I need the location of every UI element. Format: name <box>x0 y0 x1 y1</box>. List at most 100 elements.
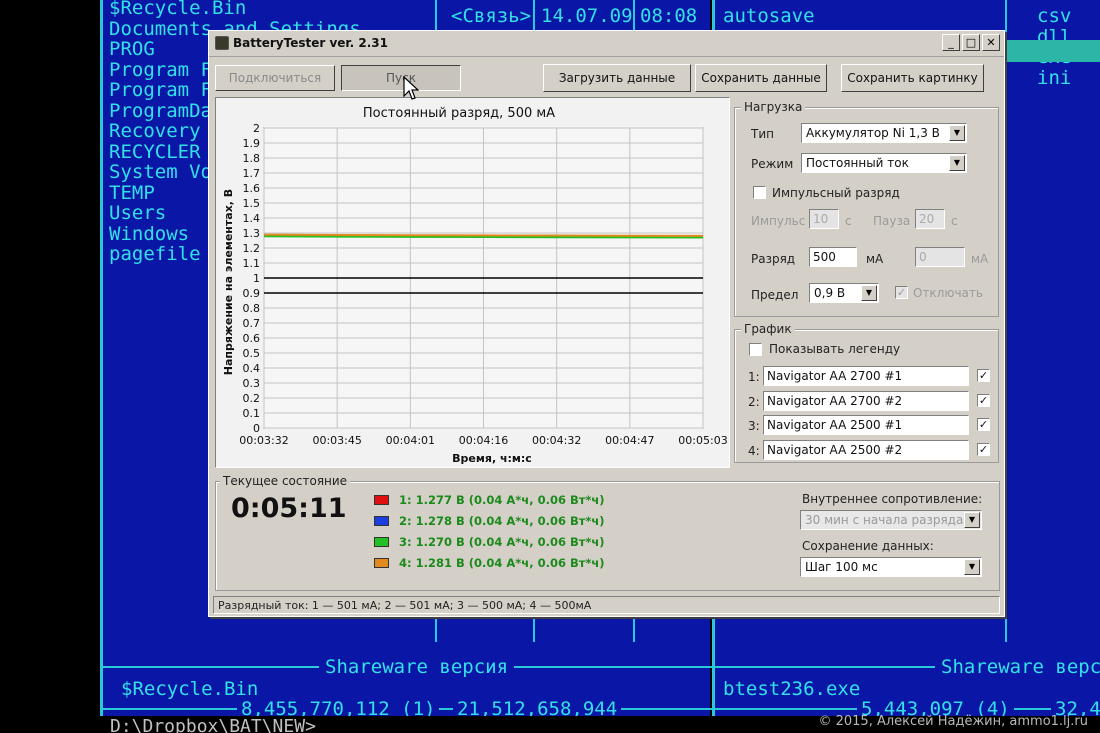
pulse-checkbox[interactable] <box>753 186 766 199</box>
y-tick-label: 1.5 <box>243 197 261 210</box>
left-current-file: $Recycle.Bin <box>121 678 259 700</box>
left-footer-title: Shareware версия <box>319 656 515 678</box>
internal-resistance-label: Внутреннее сопротивление: <box>802 492 983 506</box>
right-current-file: btest236.exe <box>723 678 861 700</box>
chart-ylabel: Напряжение на элементах, В <box>222 189 235 375</box>
y-tick-label: 1.1 <box>243 257 261 270</box>
type-select[interactable]: Аккумулятор Ni 1,3 В ▼ <box>801 123 967 143</box>
mode-select[interactable]: Постоянный ток ▼ <box>801 153 967 173</box>
right-entry: autosave <box>723 5 815 27</box>
reading-row: 2: 1.278 В (0.04 А*ч, 0.06 Вт*ч) <box>374 514 605 528</box>
graph-group: График Показывать легенду 1: Navigator AA… <box>734 322 999 463</box>
series-name-input[interactable]: Navigator AA 2500 #1 <box>763 415 969 435</box>
start-button[interactable]: Пуск <box>341 65 461 91</box>
x-tick-label: 00:04:32 <box>532 434 581 447</box>
title-bar[interactable]: BatteryTester ver. 2.31 _ □ ✕ <box>209 31 1004 57</box>
elapsed-time: 0:05:11 <box>231 493 347 524</box>
close-button[interactable]: ✕ <box>982 34 1000 51</box>
window-title: BatteryTester ver. 2.31 <box>233 36 388 50</box>
y-tick-label: 1 <box>253 272 260 285</box>
discharge-input[interactable]: 500 <box>809 247 857 267</box>
y-tick-label: 1.3 <box>243 227 261 240</box>
y-tick-label: 0.9 <box>243 287 261 300</box>
save-image-button[interactable]: Сохранить картинку <box>841 64 984 92</box>
chart-title: Постоянный разряд, 500 мА <box>363 106 555 121</box>
discharge2-unit: мА <box>971 252 989 266</box>
graph-group-label: График <box>741 322 795 336</box>
y-tick-label: 0.8 <box>243 302 261 315</box>
x-tick-label: 00:03:45 <box>312 434 361 447</box>
battery-tester-window: BatteryTester ver. 2.31 _ □ ✕ Подключить… <box>208 30 1005 617</box>
x-tick-label: 00:05:03 <box>678 434 727 447</box>
series-name-input[interactable]: Navigator AA 2500 #2 <box>763 439 969 460</box>
data-saving-label: Сохранение данных: <box>802 539 934 553</box>
cutoff-label: Отключать <box>913 286 983 300</box>
cutoff-checkbox[interactable]: ✓ <box>895 286 908 299</box>
pause-unit: с <box>951 214 958 228</box>
left-time: 08:08 <box>640 5 698 27</box>
x-tick-label: 00:04:16 <box>459 434 508 447</box>
data-saving-select[interactable]: Шаг 100 мс ▼ <box>800 557 982 577</box>
x-tick-label: 00:04:47 <box>605 434 654 447</box>
reading-row: 1: 1.277 В (0.04 А*ч, 0.06 Вт*ч) <box>374 493 605 507</box>
discharge2-input[interactable]: 0 <box>915 247 965 267</box>
y-tick-label: 1.4 <box>243 212 261 225</box>
chart-xlabel: Время, ч:м:с <box>452 452 532 465</box>
chevron-down-icon[interactable]: ▼ <box>861 285 877 301</box>
status-bar: Разрядный ток: 1 — 501 мА; 2 — 501 мА; 3… <box>213 596 1000 614</box>
x-tick-label: 00:03:32 <box>239 434 288 447</box>
load-group: Нагрузка Тип Аккумулятор Ni 1,3 В ▼ Режи… <box>734 100 999 317</box>
load-group-label: Нагрузка <box>741 100 806 114</box>
connect-button[interactable]: Подключиться <box>215 65 335 91</box>
chevron-down-icon[interactable]: ▼ <box>949 155 965 171</box>
series-line <box>263 233 704 237</box>
y-tick-label: 0.7 <box>243 317 261 330</box>
voltage-chart: Постоянный разряд, 500 мА Напряжение на … <box>215 97 730 468</box>
series-visible-checkbox[interactable]: ✓ <box>977 393 990 407</box>
selection-highlight <box>1005 40 1100 62</box>
left-date: 14.07.09 <box>541 5 633 27</box>
current-state-label: Текущее состояние <box>220 474 351 488</box>
extension-entry[interactable]: ini <box>1037 67 1071 89</box>
type-label: Тип <box>751 127 774 141</box>
save-data-button[interactable]: Сохранить данные <box>695 64 827 92</box>
discharge-unit: мА <box>866 252 884 266</box>
reading-text: 3: 1.270 В (0.04 А*ч, 0.06 Вт*ч) <box>399 535 605 549</box>
show-legend-label: Показывать легенду <box>769 342 901 356</box>
show-legend-checkbox[interactable] <box>749 343 762 356</box>
reading-text: 2: 1.278 В (0.04 А*ч, 0.06 Вт*ч) <box>399 514 605 528</box>
series-index: 4: <box>748 443 760 458</box>
y-tick-label: 1.7 <box>243 167 261 180</box>
series-name-input[interactable]: Navigator AA 2700 #2 <box>763 390 969 411</box>
impulse-label: Импульс <box>751 214 806 228</box>
reading-row: 3: 1.270 В (0.04 А*ч, 0.06 Вт*ч) <box>374 535 605 549</box>
limit-label: Предел <box>751 288 799 302</box>
maximize-button[interactable]: □ <box>962 34 980 51</box>
series-visible-checkbox[interactable]: ✓ <box>977 442 990 456</box>
series-color-swatch <box>374 495 389 505</box>
y-tick-label: 2 <box>253 122 260 135</box>
series-name-input[interactable]: Navigator AA 2700 #1 <box>763 366 969 386</box>
y-tick-label: 1.9 <box>243 137 261 150</box>
pause-input[interactable]: 20 <box>915 209 945 229</box>
pause-label: Пауза <box>873 214 911 228</box>
limit-select[interactable]: 0,9 В ▼ <box>809 283 879 303</box>
series-visible-checkbox[interactable]: ✓ <box>977 369 990 382</box>
minimize-button[interactable]: _ <box>942 34 960 51</box>
chevron-down-icon[interactable]: ▼ <box>964 512 980 528</box>
series-color-swatch <box>374 516 389 526</box>
y-tick-label: 0.2 <box>243 392 261 405</box>
x-tick-label: 00:04:01 <box>386 434 435 447</box>
y-tick-label: 0.4 <box>243 362 261 375</box>
chevron-down-icon[interactable]: ▼ <box>964 559 980 575</box>
chevron-down-icon[interactable]: ▼ <box>949 125 965 141</box>
series-visible-checkbox[interactable]: ✓ <box>977 418 990 431</box>
file-entry[interactable]: $Recycle.Bin <box>109 0 361 19</box>
impulse-input[interactable]: 10 <box>809 209 839 229</box>
y-tick-label: 0.1 <box>243 407 261 420</box>
discharge-label: Разряд <box>751 252 796 266</box>
load-data-button[interactable]: Загрузить данные <box>543 64 691 92</box>
watermark: © 2015, Алексей Надёжин, ammo1.lj.ru <box>818 714 1088 729</box>
internal-resistance-select[interactable]: 30 мин с начала разряда ▼ <box>800 510 982 530</box>
extension-entry[interactable]: csv <box>1037 6 1071 27</box>
